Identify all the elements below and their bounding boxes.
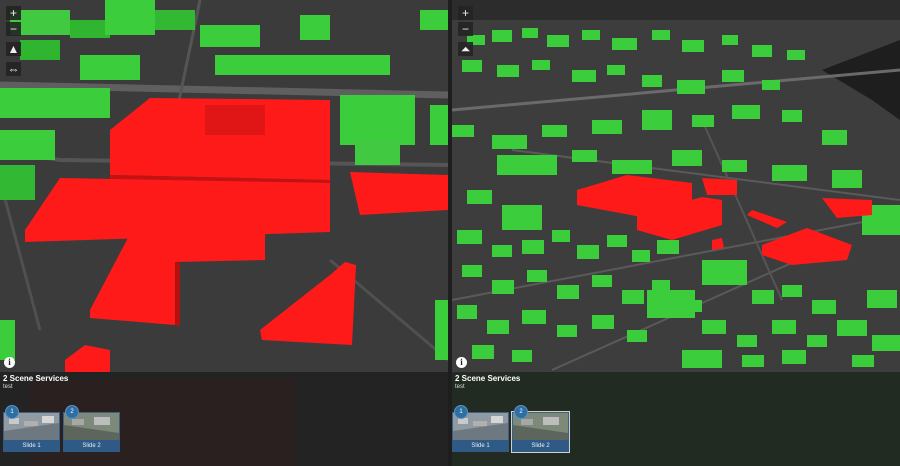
- zoom-out-button[interactable]: −: [6, 22, 21, 36]
- panel-title: 2 Scene Services: [455, 374, 521, 383]
- panel-subtitle: test: [3, 384, 13, 390]
- slide-1[interactable]: 1 Slide 1: [3, 405, 60, 452]
- slide-number-badge: 2: [514, 405, 528, 419]
- zoom-in-button[interactable]: +: [6, 6, 21, 20]
- slide-2[interactable]: 2 Slide 2: [63, 405, 120, 452]
- link-views-icon[interactable]: ⇔: [6, 62, 21, 76]
- slide-1[interactable]: 1 Slide 1: [452, 405, 509, 452]
- navigation-controls: + − ⏶: [458, 6, 473, 56]
- left-scene-view[interactable]: + − ▲ ⇔ i 2 Scene Services test 1 Slide …: [0, 0, 448, 466]
- slide-2[interactable]: 2 Slide 2: [511, 405, 570, 453]
- slide-label: Slide 2: [63, 440, 120, 452]
- slide-label: Slide 1: [452, 440, 509, 452]
- compass-icon[interactable]: ▲: [6, 42, 21, 56]
- info-icon[interactable]: i: [4, 357, 15, 368]
- slides-panel: 2 Scene Services test 1 Slide 1 2 Slide …: [452, 372, 900, 466]
- info-icon[interactable]: i: [456, 357, 467, 368]
- compass-icon[interactable]: ⏶: [458, 42, 473, 56]
- zoom-out-button[interactable]: −: [458, 22, 473, 36]
- panel-title: 2 Scene Services: [3, 374, 69, 383]
- right-scene-view[interactable]: + − ⏶ i 2 Scene Services test 1 Slide 1 …: [452, 0, 900, 466]
- slide-number-badge: 1: [454, 405, 468, 419]
- slides-panel: 2 Scene Services test 1 Slide 1 2 Slide …: [0, 372, 448, 466]
- panel-subtitle: test: [455, 384, 465, 390]
- zoom-in-button[interactable]: +: [458, 6, 473, 20]
- navigation-controls: + − ▲ ⇔: [6, 6, 21, 76]
- slide-number-badge: 1: [5, 405, 19, 419]
- slide-label: Slide 1: [3, 440, 60, 452]
- slide-number-badge: 2: [65, 405, 79, 419]
- slide-label: Slide 2: [512, 440, 569, 452]
